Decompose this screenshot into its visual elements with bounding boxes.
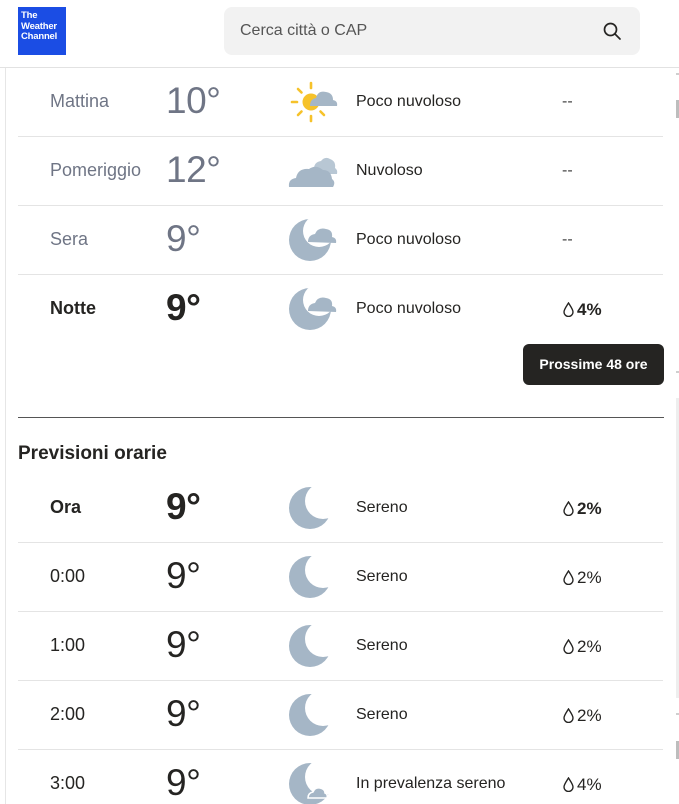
hour-label: 0:00 bbox=[50, 566, 86, 586]
mostly-clear-night-icon bbox=[289, 760, 338, 804]
daypart-row-morning[interactable]: Mattina 10° Poco nuvoloso -- bbox=[18, 68, 663, 137]
precip-value: 4% bbox=[577, 300, 602, 319]
right-column-edge bbox=[674, 68, 679, 804]
precip-value: 2% bbox=[577, 706, 602, 725]
hourly-row[interactable]: 1:00 9° Sereno 2% bbox=[18, 612, 663, 681]
daypart-label: Mattina bbox=[50, 91, 110, 111]
weather-channel-logo[interactable]: The Weather Channel bbox=[18, 7, 66, 55]
precip-value: 2% bbox=[577, 637, 602, 656]
hour-condition: Sereno bbox=[356, 499, 408, 516]
hour-precip: 2% bbox=[563, 637, 602, 657]
hourly-row[interactable]: 2:00 9° Sereno 2% bbox=[18, 681, 663, 750]
hourly-row[interactable]: 0:00 9° Sereno 2% bbox=[18, 543, 663, 612]
raindrop-icon bbox=[563, 302, 574, 317]
hour-condition: Sereno bbox=[356, 706, 408, 723]
hour-temperature: 9° bbox=[166, 486, 201, 527]
daypart-temperature: 9° bbox=[166, 287, 201, 328]
daypart-precip: -- bbox=[562, 93, 573, 110]
daypart-row-afternoon[interactable]: Pomeriggio 12° Nuvoloso -- bbox=[18, 137, 663, 206]
hourly-section-title: Previsioni orarie bbox=[18, 443, 167, 464]
daypart-label: Notte bbox=[50, 298, 96, 318]
hour-temperature: 9° bbox=[166, 555, 201, 596]
search-icon[interactable] bbox=[602, 21, 622, 41]
daypart-temperature: 12° bbox=[166, 149, 221, 190]
hour-precip: 2% bbox=[563, 706, 602, 726]
hour-temperature: 9° bbox=[166, 624, 201, 665]
search-input[interactable]: Cerca città o CAP bbox=[224, 7, 640, 55]
raindrop-icon bbox=[563, 639, 574, 654]
daypart-precip: 4% bbox=[563, 300, 602, 320]
hour-condition: Sereno bbox=[356, 637, 408, 654]
precip-value: 4% bbox=[577, 775, 602, 794]
daypart-condition: Nuvoloso bbox=[356, 162, 423, 179]
raindrop-icon bbox=[563, 570, 574, 585]
daypart-condition: Poco nuvoloso bbox=[356, 300, 461, 317]
raindrop-icon bbox=[563, 777, 574, 792]
logo-line-1: The bbox=[21, 10, 38, 21]
hour-precip: 2% bbox=[563, 499, 602, 519]
raindrop-icon bbox=[563, 501, 574, 516]
logo-line-3: Channel bbox=[21, 31, 58, 42]
section-divider bbox=[18, 417, 664, 418]
hourly-row[interactable]: Ora 9° Sereno 2% bbox=[18, 474, 663, 543]
daypart-precip: -- bbox=[562, 162, 573, 179]
hour-temperature: 9° bbox=[166, 762, 201, 803]
hour-label: 3:00 bbox=[50, 773, 86, 793]
raindrop-icon bbox=[563, 708, 574, 723]
hour-precip: 2% bbox=[563, 568, 602, 588]
daypart-condition: Poco nuvoloso bbox=[356, 231, 461, 248]
precip-value: 2% bbox=[577, 568, 602, 587]
daypart-row-evening[interactable]: Sera 9° Poco nuvoloso -- bbox=[18, 206, 663, 275]
hour-label: 2:00 bbox=[50, 704, 86, 724]
hour-condition: In prevalenza sereno bbox=[356, 775, 506, 792]
cloudy-icon bbox=[288, 157, 338, 187]
daypart-temperature: 10° bbox=[166, 80, 221, 121]
partly-cloudy-night-icon bbox=[289, 285, 337, 330]
hour-temperature: 9° bbox=[166, 693, 201, 734]
daypart-temperature: 9° bbox=[166, 218, 201, 259]
left-divider bbox=[5, 68, 6, 804]
next-48-hours-tooltip[interactable]: Prossime 48 ore bbox=[523, 344, 664, 385]
hour-label: 1:00 bbox=[50, 635, 86, 655]
clear-night-icon bbox=[289, 484, 338, 529]
daypart-label: Sera bbox=[50, 229, 89, 249]
hourly-row[interactable]: 3:00 9° In prevalenza sereno 4% bbox=[18, 750, 663, 804]
partly-cloudy-day-icon bbox=[290, 81, 338, 123]
hour-condition: Sereno bbox=[356, 568, 408, 585]
clear-night-icon bbox=[289, 691, 338, 736]
clear-night-icon bbox=[289, 553, 338, 598]
daypart-precip: -- bbox=[562, 231, 573, 248]
daypart-label: Pomeriggio bbox=[50, 160, 142, 180]
hour-precip: 4% bbox=[563, 775, 602, 795]
precip-value: 2% bbox=[577, 499, 602, 518]
daypart-condition: Poco nuvoloso bbox=[356, 93, 461, 110]
search-placeholder: Cerca città o CAP bbox=[240, 22, 368, 39]
partly-cloudy-night-icon bbox=[289, 216, 337, 261]
hour-label: Ora bbox=[50, 497, 82, 517]
clear-night-icon bbox=[289, 622, 338, 667]
site-header: The Weather Channel Cerca città o CAP bbox=[0, 0, 679, 68]
